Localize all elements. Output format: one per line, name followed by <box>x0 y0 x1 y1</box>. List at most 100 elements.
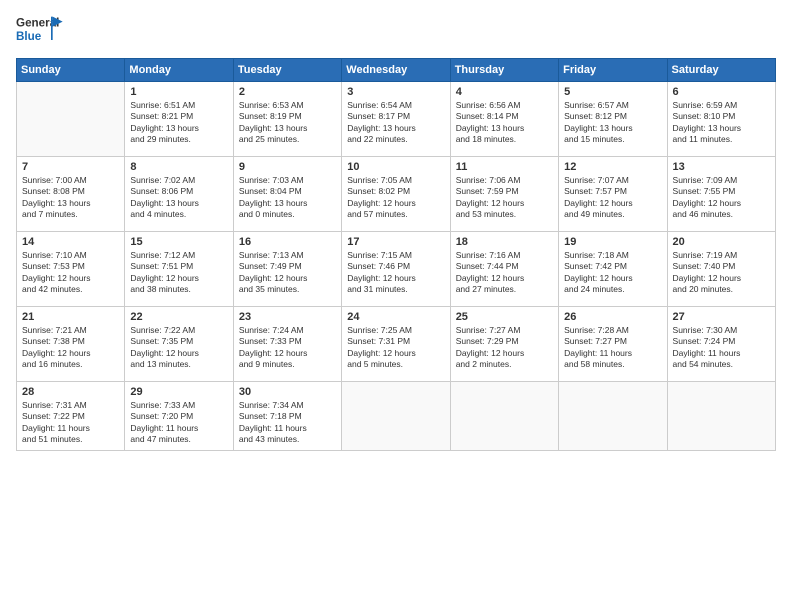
col-header-tuesday: Tuesday <box>233 59 341 82</box>
cell-content: Sunrise: 6:56 AMSunset: 8:14 PMDaylight:… <box>456 100 525 144</box>
day-num: 29 <box>130 386 227 398</box>
day-num: 9 <box>239 161 336 173</box>
cell-content: Sunrise: 7:12 AMSunset: 7:51 PMDaylight:… <box>130 250 199 294</box>
day-num: 27 <box>673 311 770 323</box>
col-header-monday: Monday <box>125 59 233 82</box>
calendar-cell: 21 Sunrise: 7:21 AMSunset: 7:38 PMDayligh… <box>17 307 125 382</box>
calendar-table: SundayMondayTuesdayWednesdayThursdayFrid… <box>16 58 776 451</box>
calendar-week-row: 7 Sunrise: 7:00 AMSunset: 8:08 PMDaylight… <box>17 157 776 232</box>
calendar-week-row: 28 Sunrise: 7:31 AMSunset: 7:22 PMDayligh… <box>17 382 776 451</box>
cell-content: Sunrise: 7:02 AMSunset: 8:06 PMDaylight:… <box>130 175 199 219</box>
day-num: 10 <box>347 161 444 173</box>
cell-content: Sunrise: 7:24 AMSunset: 7:33 PMDaylight:… <box>239 325 308 369</box>
cell-content: Sunrise: 6:51 AMSunset: 8:21 PMDaylight:… <box>130 100 199 144</box>
cell-content: Sunrise: 7:28 AMSunset: 7:27 PMDaylight:… <box>564 325 632 369</box>
calendar-cell: 10 Sunrise: 7:05 AMSunset: 8:02 PMDayligh… <box>342 157 450 232</box>
day-num: 25 <box>456 311 553 323</box>
day-num: 16 <box>239 236 336 248</box>
calendar-cell: 2 Sunrise: 6:53 AMSunset: 8:19 PMDaylight… <box>233 82 341 157</box>
calendar-cell: 16 Sunrise: 7:13 AMSunset: 7:49 PMDayligh… <box>233 232 341 307</box>
day-num: 22 <box>130 311 227 323</box>
calendar-cell: 22 Sunrise: 7:22 AMSunset: 7:35 PMDayligh… <box>125 307 233 382</box>
calendar-cell: 25 Sunrise: 7:27 AMSunset: 7:29 PMDayligh… <box>450 307 558 382</box>
calendar-cell: 4Sunrise: 6:56 AMSunset: 8:14 PMDaylight… <box>450 82 558 157</box>
day-num: 8 <box>130 161 227 173</box>
col-header-saturday: Saturday <box>667 59 775 82</box>
day-num: 1 <box>130 86 227 98</box>
calendar-cell: 28 Sunrise: 7:31 AMSunset: 7:22 PMDayligh… <box>17 382 125 451</box>
calendar-cell: 11 Sunrise: 7:06 AMSunset: 7:59 PMDayligh… <box>450 157 558 232</box>
calendar-cell: 19Sunrise: 7:18 AMSunset: 7:42 PMDayligh… <box>559 232 667 307</box>
day-num: 26 <box>564 311 661 323</box>
calendar-cell: 6 Sunrise: 6:59 AMSunset: 8:10 PMDaylight… <box>667 82 775 157</box>
cell-content: Sunrise: 7:15 AMSunset: 7:46 PMDaylight:… <box>347 250 416 294</box>
cell-content: Sunrise: 6:53 AMSunset: 8:19 PMDaylight:… <box>239 100 308 144</box>
cell-content: Sunrise: 7:34 AMSunset: 7:18 PMDaylight:… <box>239 400 307 444</box>
day-num: 15 <box>130 236 227 248</box>
cell-content: Sunrise: 7:09 AMSunset: 7:55 PMDaylight:… <box>673 175 742 219</box>
calendar-cell: 3Sunrise: 6:54 AMSunset: 8:17 PMDaylight… <box>342 82 450 157</box>
cell-content: Sunrise: 6:57 AMSunset: 8:12 PMDaylight:… <box>564 100 633 144</box>
calendar-week-row: 1 Sunrise: 6:51 AMSunset: 8:21 PMDaylight… <box>17 82 776 157</box>
col-header-sunday: Sunday <box>17 59 125 82</box>
cell-content: Sunrise: 7:10 AMSunset: 7:53 PMDaylight:… <box>22 250 91 294</box>
cell-content: Sunrise: 7:30 AMSunset: 7:24 PMDaylight:… <box>673 325 741 369</box>
day-num: 13 <box>673 161 770 173</box>
cell-content: Sunrise: 7:31 AMSunset: 7:22 PMDaylight:… <box>22 400 90 444</box>
calendar-header-row: SundayMondayTuesdayWednesdayThursdayFrid… <box>17 59 776 82</box>
calendar-cell: 24 Sunrise: 7:25 AMSunset: 7:31 PMDayligh… <box>342 307 450 382</box>
day-num: 17 <box>347 236 444 248</box>
cell-content: Sunrise: 6:59 AMSunset: 8:10 PMDaylight:… <box>673 100 742 144</box>
calendar-cell: 26 Sunrise: 7:28 AMSunset: 7:27 PMDayligh… <box>559 307 667 382</box>
day-num: 6 <box>673 86 770 98</box>
day-num: 30 <box>239 386 336 398</box>
day-num: 23 <box>239 311 336 323</box>
col-header-thursday: Thursday <box>450 59 558 82</box>
day-num: 5 <box>564 86 661 98</box>
day-num: 28 <box>22 386 119 398</box>
cell-content: Sunrise: 7:21 AMSunset: 7:38 PMDaylight:… <box>22 325 91 369</box>
col-header-wednesday: Wednesday <box>342 59 450 82</box>
calendar-cell: 13 Sunrise: 7:09 AMSunset: 7:55 PMDayligh… <box>667 157 775 232</box>
calendar-cell: 9 Sunrise: 7:03 AMSunset: 8:04 PMDaylight… <box>233 157 341 232</box>
cell-content: Sunrise: 7:05 AMSunset: 8:02 PMDaylight:… <box>347 175 416 219</box>
cell-content: Sunrise: 7:06 AMSunset: 7:59 PMDaylight:… <box>456 175 525 219</box>
calendar-cell <box>559 382 667 451</box>
cell-content: Sunrise: 7:33 AMSunset: 7:20 PMDaylight:… <box>130 400 198 444</box>
calendar-cell: 30 Sunrise: 7:34 AMSunset: 7:18 PMDayligh… <box>233 382 341 451</box>
col-header-friday: Friday <box>559 59 667 82</box>
cell-content: Sunrise: 7:03 AMSunset: 8:04 PMDaylight:… <box>239 175 308 219</box>
cell-content: Sunrise: 7:22 AMSunset: 7:35 PMDaylight:… <box>130 325 199 369</box>
cell-content: Sunrise: 7:13 AMSunset: 7:49 PMDaylight:… <box>239 250 308 294</box>
cell-content: Sunrise: 7:00 AMSunset: 8:08 PMDaylight:… <box>22 175 91 219</box>
day-num: 14 <box>22 236 119 248</box>
cell-content: Sunrise: 7:25 AMSunset: 7:31 PMDaylight:… <box>347 325 416 369</box>
calendar-week-row: 14 Sunrise: 7:10 AMSunset: 7:53 PMDayligh… <box>17 232 776 307</box>
day-num: 18 <box>456 236 553 248</box>
day-num: 7 <box>22 161 119 173</box>
calendar-cell: 1 Sunrise: 6:51 AMSunset: 8:21 PMDaylight… <box>125 82 233 157</box>
day-num: 2 <box>239 86 336 98</box>
calendar-cell <box>450 382 558 451</box>
cell-content: Sunrise: 7:18 AMSunset: 7:42 PMDaylight:… <box>564 250 633 294</box>
cell-content: Sunrise: 7:07 AMSunset: 7:57 PMDaylight:… <box>564 175 633 219</box>
svg-text:Blue: Blue <box>16 30 42 43</box>
calendar-cell: 29 Sunrise: 7:33 AMSunset: 7:20 PMDayligh… <box>125 382 233 451</box>
calendar-cell: 15 Sunrise: 7:12 AMSunset: 7:51 PMDayligh… <box>125 232 233 307</box>
header: General Blue <box>16 10 776 50</box>
day-num: 12 <box>564 161 661 173</box>
day-num: 11 <box>456 161 553 173</box>
calendar-cell: 20Sunrise: 7:19 AMSunset: 7:40 PMDayligh… <box>667 232 775 307</box>
calendar-cell <box>667 382 775 451</box>
calendar-cell: 27 Sunrise: 7:30 AMSunset: 7:24 PMDayligh… <box>667 307 775 382</box>
cell-content: Sunrise: 7:27 AMSunset: 7:29 PMDaylight:… <box>456 325 525 369</box>
calendar-cell: 18Sunrise: 7:16 AMSunset: 7:44 PMDayligh… <box>450 232 558 307</box>
calendar-cell <box>342 382 450 451</box>
day-num: 21 <box>22 311 119 323</box>
calendar-cell: 5 Sunrise: 6:57 AMSunset: 8:12 PMDaylight… <box>559 82 667 157</box>
calendar-cell: 12 Sunrise: 7:07 AMSunset: 7:57 PMDayligh… <box>559 157 667 232</box>
cell-content: Sunrise: 6:54 AMSunset: 8:17 PMDaylight:… <box>347 100 416 144</box>
page: General Blue SundayMondayTuesdayWednesda… <box>0 0 792 612</box>
calendar-week-row: 21 Sunrise: 7:21 AMSunset: 7:38 PMDayligh… <box>17 307 776 382</box>
day-num: 24 <box>347 311 444 323</box>
